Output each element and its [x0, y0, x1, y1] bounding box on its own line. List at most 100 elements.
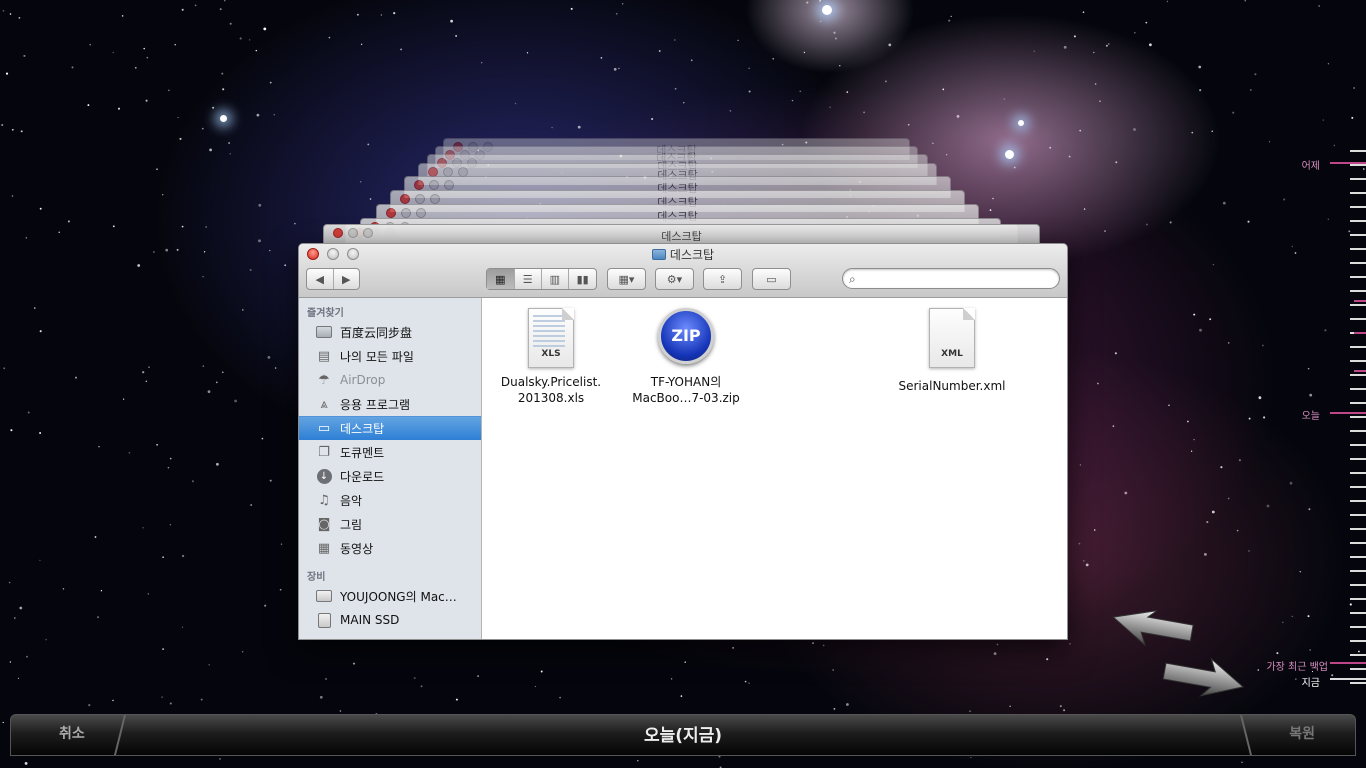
star	[1198, 65, 1202, 69]
back-button[interactable]: ◀	[307, 269, 334, 289]
timeline-tick[interactable]	[1350, 248, 1366, 250]
back-in-time-arrow[interactable]	[1109, 606, 1194, 653]
timeline-tick[interactable]	[1350, 570, 1366, 572]
star	[89, 43, 92, 46]
timeline-tick[interactable]	[1350, 654, 1366, 656]
list-view-button[interactable]: ☰	[515, 269, 542, 289]
timeline-tick[interactable]	[1350, 500, 1366, 502]
timeline-tick[interactable]	[1350, 318, 1366, 320]
timeline-tick[interactable]	[1350, 402, 1366, 404]
timeline-backup-tick[interactable]	[1354, 332, 1366, 334]
coverflow-view-button[interactable]: ▮▮	[569, 269, 596, 289]
sidebar-item-all-my-files[interactable]: ▤ 나의 모든 파일	[299, 344, 481, 368]
timeline-label-now[interactable]: 지금	[1302, 674, 1320, 689]
file-item-zip[interactable]: ZIP TF-YOHAN의 MacBoo…7-03.zip	[612, 308, 760, 406]
timeline-label-latest-backup[interactable]: 가장 최근 백업	[1266, 658, 1328, 673]
timeline-tick[interactable]	[1350, 514, 1366, 516]
timeline-tick[interactable]	[1350, 374, 1366, 376]
timeline-label-yesterday[interactable]: 어제	[1302, 157, 1320, 172]
arrange-button[interactable]: ▦▾	[607, 268, 646, 290]
star	[1227, 342, 1230, 344]
timeline-tick[interactable]	[1350, 164, 1366, 166]
timeline-marker[interactable]	[1330, 412, 1366, 414]
timeline-tick[interactable]	[1350, 150, 1366, 152]
share-button[interactable]: ⇪	[703, 268, 742, 290]
icon-view-button[interactable]: ▦	[487, 269, 515, 289]
star	[162, 648, 165, 651]
sidebar-item-main-ssd[interactable]: MAIN SSD	[299, 608, 481, 632]
sidebar-item-pictures[interactable]: ◙ 그림	[299, 512, 481, 536]
sidebar-item-mac[interactable]: YOUJOONG의 Mac…	[299, 584, 481, 608]
timeline-tick[interactable]	[1350, 472, 1366, 474]
timeline-marker[interactable]	[1330, 678, 1366, 680]
sidebar-item-movies[interactable]: ▦ 동영상	[299, 536, 481, 560]
file-item-xls[interactable]: XLS Dualsky.Pricelist. 201308.xls	[492, 308, 610, 406]
star	[1241, 761, 1243, 763]
star	[1283, 198, 1286, 201]
timeline-tick[interactable]	[1350, 640, 1366, 642]
finder-window[interactable]: 데스크탑 ◀ ▶ ▦ ☰ ▥ ▮▮ ▦▾ ⚙▾ ⇪ ▭ ⌕ 즐겨찾기 百度云同步…	[298, 243, 1068, 640]
timeline-tick[interactable]	[1350, 290, 1366, 292]
sidebar-item-downloads[interactable]: ↓ 다운로드	[299, 464, 481, 488]
timeline-tick[interactable]	[1350, 584, 1366, 586]
timeline-tick[interactable]	[1350, 556, 1366, 558]
sidebar-item-baidu-sync[interactable]: 百度云同步盘	[299, 320, 481, 344]
sidebar-item-desktop[interactable]: ▭ 데스크탑	[299, 416, 481, 440]
sidebar-item-music[interactable]: ♫ 음악	[299, 488, 481, 512]
timeline-tick[interactable]	[1350, 682, 1366, 684]
timeline-tick[interactable]	[1350, 304, 1366, 306]
sidebar-item-applications[interactable]: ⩓ 응용 프로그램	[299, 392, 481, 416]
timeline-tick[interactable]	[1350, 220, 1366, 222]
timeline-tick[interactable]	[1350, 276, 1366, 278]
timeline-marker[interactable]	[1330, 662, 1366, 664]
sidebar-item-documents[interactable]: ❐ 도큐멘트	[299, 440, 481, 464]
star	[8, 581, 11, 584]
timeline-label-today[interactable]: 오늘	[1302, 407, 1320, 422]
timeline-tick[interactable]	[1350, 416, 1366, 418]
timeline-tick[interactable]	[1350, 360, 1366, 362]
timeline-tick[interactable]	[1350, 542, 1366, 544]
star	[142, 527, 144, 529]
forward-in-time-arrow[interactable]	[1161, 651, 1246, 702]
timeline-backup-tick[interactable]	[1354, 370, 1366, 372]
timeline-tick[interactable]	[1350, 178, 1366, 180]
file-item-xml[interactable]: XML SerialNumber.xml	[887, 308, 1017, 394]
timeline-tick[interactable]	[1350, 430, 1366, 432]
timeline-tick[interactable]	[1350, 486, 1366, 488]
timeline-tick[interactable]	[1350, 206, 1366, 208]
star	[540, 670, 543, 673]
restore-button[interactable]: 복원	[1289, 723, 1315, 743]
timeline-tick[interactable]	[1350, 192, 1366, 194]
star	[181, 626, 184, 628]
search-field[interactable]: ⌕	[842, 268, 1060, 289]
star	[674, 87, 677, 90]
timeline-marker[interactable]	[1330, 162, 1366, 164]
timeline-tick[interactable]	[1350, 626, 1366, 628]
timeline-tick[interactable]	[1350, 262, 1366, 264]
timeline-tick[interactable]	[1350, 458, 1366, 460]
star	[1263, 416, 1266, 419]
timeline-tick[interactable]	[1350, 668, 1366, 670]
star	[1348, 230, 1351, 233]
timeline-tick[interactable]	[1350, 612, 1366, 614]
star	[1094, 83, 1097, 85]
timeline-tick[interactable]	[1350, 234, 1366, 236]
star	[1145, 21, 1148, 24]
timeline-tick[interactable]	[1350, 346, 1366, 348]
timeline-tick[interactable]	[1350, 444, 1366, 446]
star	[1289, 481, 1293, 485]
timeline-tick[interactable]	[1350, 388, 1366, 390]
timeline-tick[interactable]	[1350, 598, 1366, 600]
timeline-tick[interactable]	[1350, 528, 1366, 530]
sidebar-section-devices: 장비	[307, 572, 326, 583]
forward-button[interactable]: ▶	[334, 269, 360, 289]
sidebar-item-airdrop[interactable]: ☂ AirDrop	[299, 368, 481, 392]
star	[201, 127, 204, 130]
star	[1059, 705, 1062, 708]
search-input[interactable]	[865, 271, 1051, 288]
tags-button[interactable]: ▭	[752, 268, 791, 290]
action-button[interactable]: ⚙▾	[655, 268, 694, 290]
star	[1209, 318, 1212, 321]
timeline-backup-tick[interactable]	[1354, 300, 1366, 302]
column-view-button[interactable]: ▥	[542, 269, 570, 289]
